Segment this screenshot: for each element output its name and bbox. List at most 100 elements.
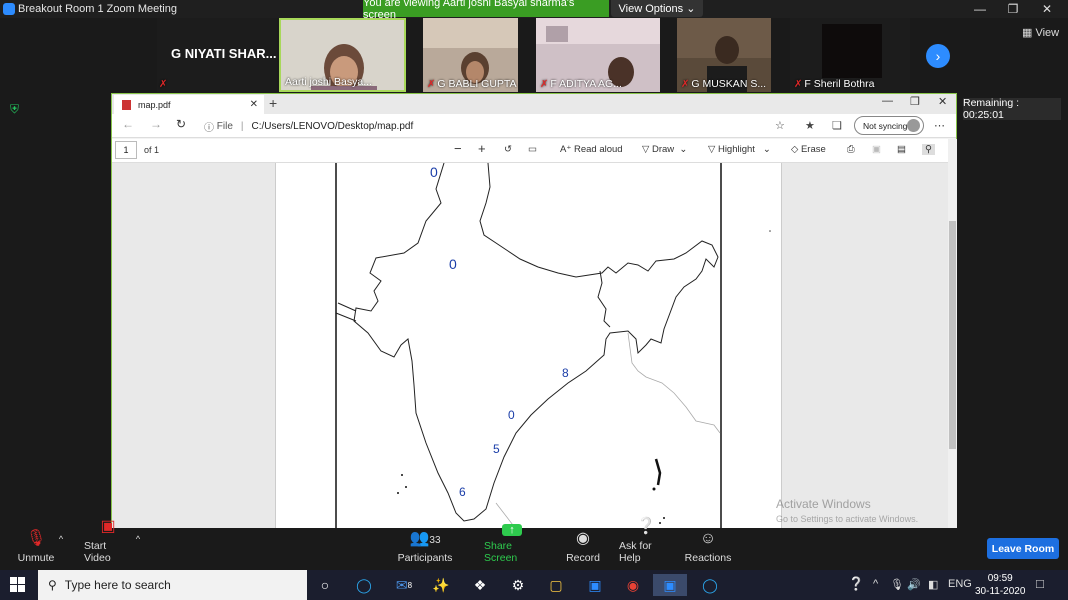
participant-name: ✗ F Sheril Bothra bbox=[794, 78, 875, 90]
participants-button[interactable]: 👥33 Participants bbox=[398, 528, 453, 570]
window-title: Breakout Room 1 Zoom Meeting bbox=[18, 3, 177, 15]
scrollbar-thumb[interactable] bbox=[949, 221, 956, 449]
rotate-icon[interactable]: ↺ bbox=[504, 144, 512, 155]
view-options-label: View Options bbox=[618, 2, 684, 15]
file-explorer-icon[interactable]: ▢ bbox=[544, 574, 568, 596]
forward-arrow-icon[interactable]: → bbox=[150, 117, 162, 131]
zoom-app-icon[interactable]: ▣ bbox=[653, 574, 687, 596]
muted-mic-icon: ✗ bbox=[159, 79, 168, 90]
tab-close-icon[interactable]: ✕ bbox=[250, 99, 258, 110]
collections-icon[interactable]: ❏ bbox=[832, 119, 842, 132]
thunder-app-icon[interactable]: ✨ bbox=[429, 574, 453, 596]
store-app-icon[interactable]: ▣ bbox=[583, 574, 607, 596]
edge-app-icon[interactable]: ◯ bbox=[352, 574, 376, 596]
next-page-arrow-icon[interactable]: › bbox=[926, 44, 950, 68]
browser-minimize-icon[interactable]: — bbox=[882, 95, 893, 107]
gallery-view-icon: ▦ bbox=[1022, 27, 1033, 39]
microphone-tray-icon[interactable]: 🎙 bbox=[890, 578, 904, 591]
view-label: View bbox=[1035, 27, 1060, 39]
participant-tile[interactable]: ✗ F ADITYA AG... bbox=[536, 18, 660, 92]
profile-sync-button[interactable]: Not syncing bbox=[854, 116, 924, 135]
read-aloud-icon: A⁺ bbox=[560, 144, 572, 155]
start-video-button[interactable]: ▣ Start Video bbox=[84, 518, 132, 570]
profile-avatar bbox=[907, 119, 920, 132]
help-tray-icon[interactable]: ❔ bbox=[848, 576, 864, 592]
reactions-button[interactable]: ☺ Reactions bbox=[685, 528, 732, 570]
pdf-viewport[interactable]: 0 0 8 0 5 6 bbox=[112, 163, 948, 529]
unmute-button[interactable]: 🎙 Unmute bbox=[17, 528, 55, 570]
browser-tab[interactable]: map.pdf ✕ bbox=[114, 95, 264, 114]
unmute-label: Unmute bbox=[17, 552, 55, 564]
view-options-button[interactable]: View Options ⌄ bbox=[611, 0, 703, 17]
edge-legacy-app-icon[interactable]: ◯ bbox=[698, 574, 722, 596]
eraser-icon: ◇ bbox=[791, 144, 799, 155]
taskbar-search-box[interactable]: ⚲ Type here to search bbox=[38, 570, 307, 600]
new-tab-icon[interactable]: + bbox=[269, 95, 277, 111]
page-number-input[interactable]: 1 bbox=[115, 141, 137, 159]
encryption-shield-icon[interactable]: ⛨ bbox=[10, 102, 19, 117]
chrome-app-icon[interactable]: ◉ bbox=[621, 574, 645, 596]
video-options-caret-icon[interactable]: ^ bbox=[133, 528, 143, 570]
favorite-star-icon[interactable]: ☆ bbox=[775, 119, 785, 132]
browser-restore-icon[interactable]: ❐ bbox=[910, 95, 920, 108]
participant-name: ✗ F ADITYA AG... bbox=[540, 78, 622, 90]
browser-tab-strip: map.pdf ✕ + — ❐ ✕ bbox=[112, 94, 956, 114]
language-indicator[interactable]: ENG bbox=[948, 578, 972, 590]
refresh-icon[interactable]: ↻ bbox=[176, 117, 186, 131]
zoom-out-icon[interactable]: − bbox=[454, 141, 462, 156]
close-icon[interactable]: ✕ bbox=[1030, 0, 1064, 18]
minimize-icon[interactable]: — bbox=[963, 0, 997, 18]
task-view-icon[interactable]: ○ bbox=[313, 574, 337, 596]
participant-tile[interactable]: ✗ G MUSKAN S... bbox=[677, 18, 771, 92]
chevron-down-icon: ⌄ bbox=[686, 3, 696, 15]
windows-start-icon[interactable] bbox=[10, 577, 26, 593]
leave-room-button[interactable]: Leave Room bbox=[987, 538, 1059, 559]
fit-to-page-icon[interactable]: ▭ bbox=[528, 144, 537, 155]
erase-button[interactable]: ◇ Erase bbox=[791, 144, 826, 155]
draw-button[interactable]: ▽ Draw ⌄ bbox=[642, 144, 687, 155]
mail-app-icon[interactable]: ✉ 8 bbox=[392, 574, 416, 596]
print-icon[interactable]: ⎙ bbox=[847, 144, 855, 155]
participant-tile-active-speaker[interactable]: Aarti joshi Basya... bbox=[279, 18, 406, 92]
save-icon[interactable]: ▣ bbox=[872, 144, 881, 155]
vertical-scrollbar[interactable] bbox=[948, 139, 957, 528]
address-text: C:/Users/LENOVO/Desktop/map.pdf bbox=[251, 120, 414, 132]
participants-icon: 👥33 bbox=[409, 530, 441, 547]
read-aloud-button[interactable]: A⁺ Read aloud bbox=[560, 144, 623, 155]
ask-for-help-label: Ask for Help bbox=[619, 540, 652, 564]
network-icon[interactable]: ◧ bbox=[928, 578, 938, 591]
zoom-in-icon[interactable]: + bbox=[478, 141, 486, 156]
back-arrow-icon[interactable]: ← bbox=[122, 117, 134, 131]
browser-close-icon[interactable]: ✕ bbox=[938, 95, 947, 108]
pin-toolbar-icon[interactable]: ⚲ bbox=[922, 144, 935, 155]
participant-tile[interactable]: ✗ G BABLI GUPTA bbox=[423, 18, 518, 92]
system-clock[interactable]: 09:59 30-11-2020 bbox=[975, 572, 1025, 598]
notifications-icon[interactable]: □ bbox=[1036, 576, 1044, 591]
reactions-icon: ☺ bbox=[699, 530, 717, 547]
clock-time: 09:59 bbox=[987, 573, 1013, 584]
settings-gear-icon[interactable]: ⚙ bbox=[506, 574, 530, 596]
dropbox-app-icon[interactable]: ❖ bbox=[468, 574, 492, 596]
audio-options-caret-icon[interactable]: ^ bbox=[55, 528, 67, 570]
volume-icon[interactable]: 🔊 bbox=[907, 578, 921, 591]
windows-taskbar: ⚲ Type here to search ○ ◯ ✉ 8 ✨ ❖ ⚙ ▢ ▣ ◉… bbox=[0, 570, 1068, 600]
participant-tile[interactable]: ✗ F Sheril Bothra bbox=[790, 18, 910, 92]
participant-tile[interactable]: G NIYATI SHAR... ✗ bbox=[157, 18, 277, 92]
ask-for-help-button[interactable]: ❔ Ask for Help bbox=[619, 518, 673, 570]
participant-name: ✗ G MUSKAN S... bbox=[681, 78, 767, 90]
highlight-button[interactable]: ▽ Highlight ⌄ bbox=[708, 144, 771, 155]
address-bar[interactable]: ⓘ File | C:/Users/LENOVO/Desktop/map.pdf bbox=[204, 116, 794, 136]
activation-watermark-title: Activate Windows bbox=[776, 497, 871, 511]
record-button[interactable]: ◉ Record bbox=[566, 528, 600, 570]
favorites-bar-icon[interactable]: ★ bbox=[805, 119, 815, 132]
more-options-icon[interactable]: ⋯ bbox=[934, 119, 945, 132]
pdf-toolbar: 1 of 1 − + ↺ ▭ A⁺ Read aloud ▽ Draw ⌄ ▽ … bbox=[112, 139, 956, 163]
view-button[interactable]: ▦ View bbox=[1022, 26, 1059, 39]
map-mark: 0 bbox=[508, 408, 515, 422]
share-screen-button[interactable]: ↑ Share Screen bbox=[484, 524, 540, 570]
restore-icon[interactable]: ❐ bbox=[996, 0, 1030, 18]
pdf-page: 0 0 8 0 5 6 bbox=[275, 163, 782, 529]
save-as-icon[interactable]: ▤ bbox=[897, 144, 906, 155]
share-screen-icon: ↑ bbox=[502, 524, 522, 536]
tray-expand-caret-icon[interactable]: ^ bbox=[873, 578, 878, 590]
